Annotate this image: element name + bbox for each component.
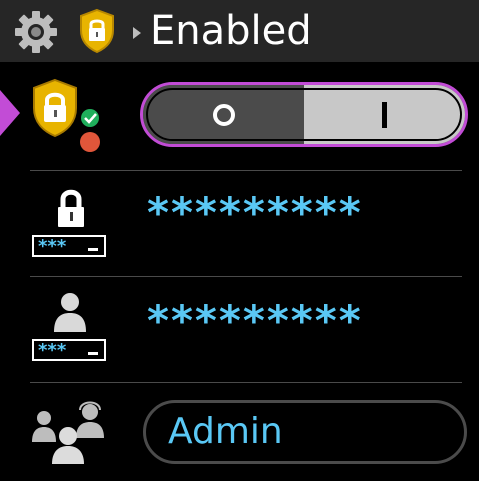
lock-password-icon: *** [32,189,106,257]
page-title: Enabled [150,8,312,54]
header-bar: Enabled [0,0,479,62]
toggle-on-option[interactable] [304,85,465,144]
divider [30,382,462,383]
gear-icon[interactable] [14,10,58,54]
user-password-icon: *** [32,293,106,361]
svg-text:***: *** [38,340,67,361]
shield-lock-icon [80,8,114,54]
arrow-right-icon [133,27,141,39]
screen: Enabled *** ********* *** ********* Admi… [0,0,479,481]
toggle-off-option[interactable] [143,85,304,144]
divider [30,170,462,171]
toggle-on-label [382,101,387,128]
selection-marker-icon [0,90,20,136]
role-value: Admin [168,411,283,452]
toggle-off-label [212,103,235,126]
users-group-icon [32,401,104,464]
password-field[interactable]: ********* [147,190,363,236]
role-selector[interactable]: Admin [143,400,467,464]
user-password-field[interactable]: ********* [147,298,363,344]
divider [30,276,462,277]
security-toggle[interactable] [140,82,468,147]
shield-lock-status-icon [33,78,100,152]
svg-text:***: *** [38,236,67,257]
